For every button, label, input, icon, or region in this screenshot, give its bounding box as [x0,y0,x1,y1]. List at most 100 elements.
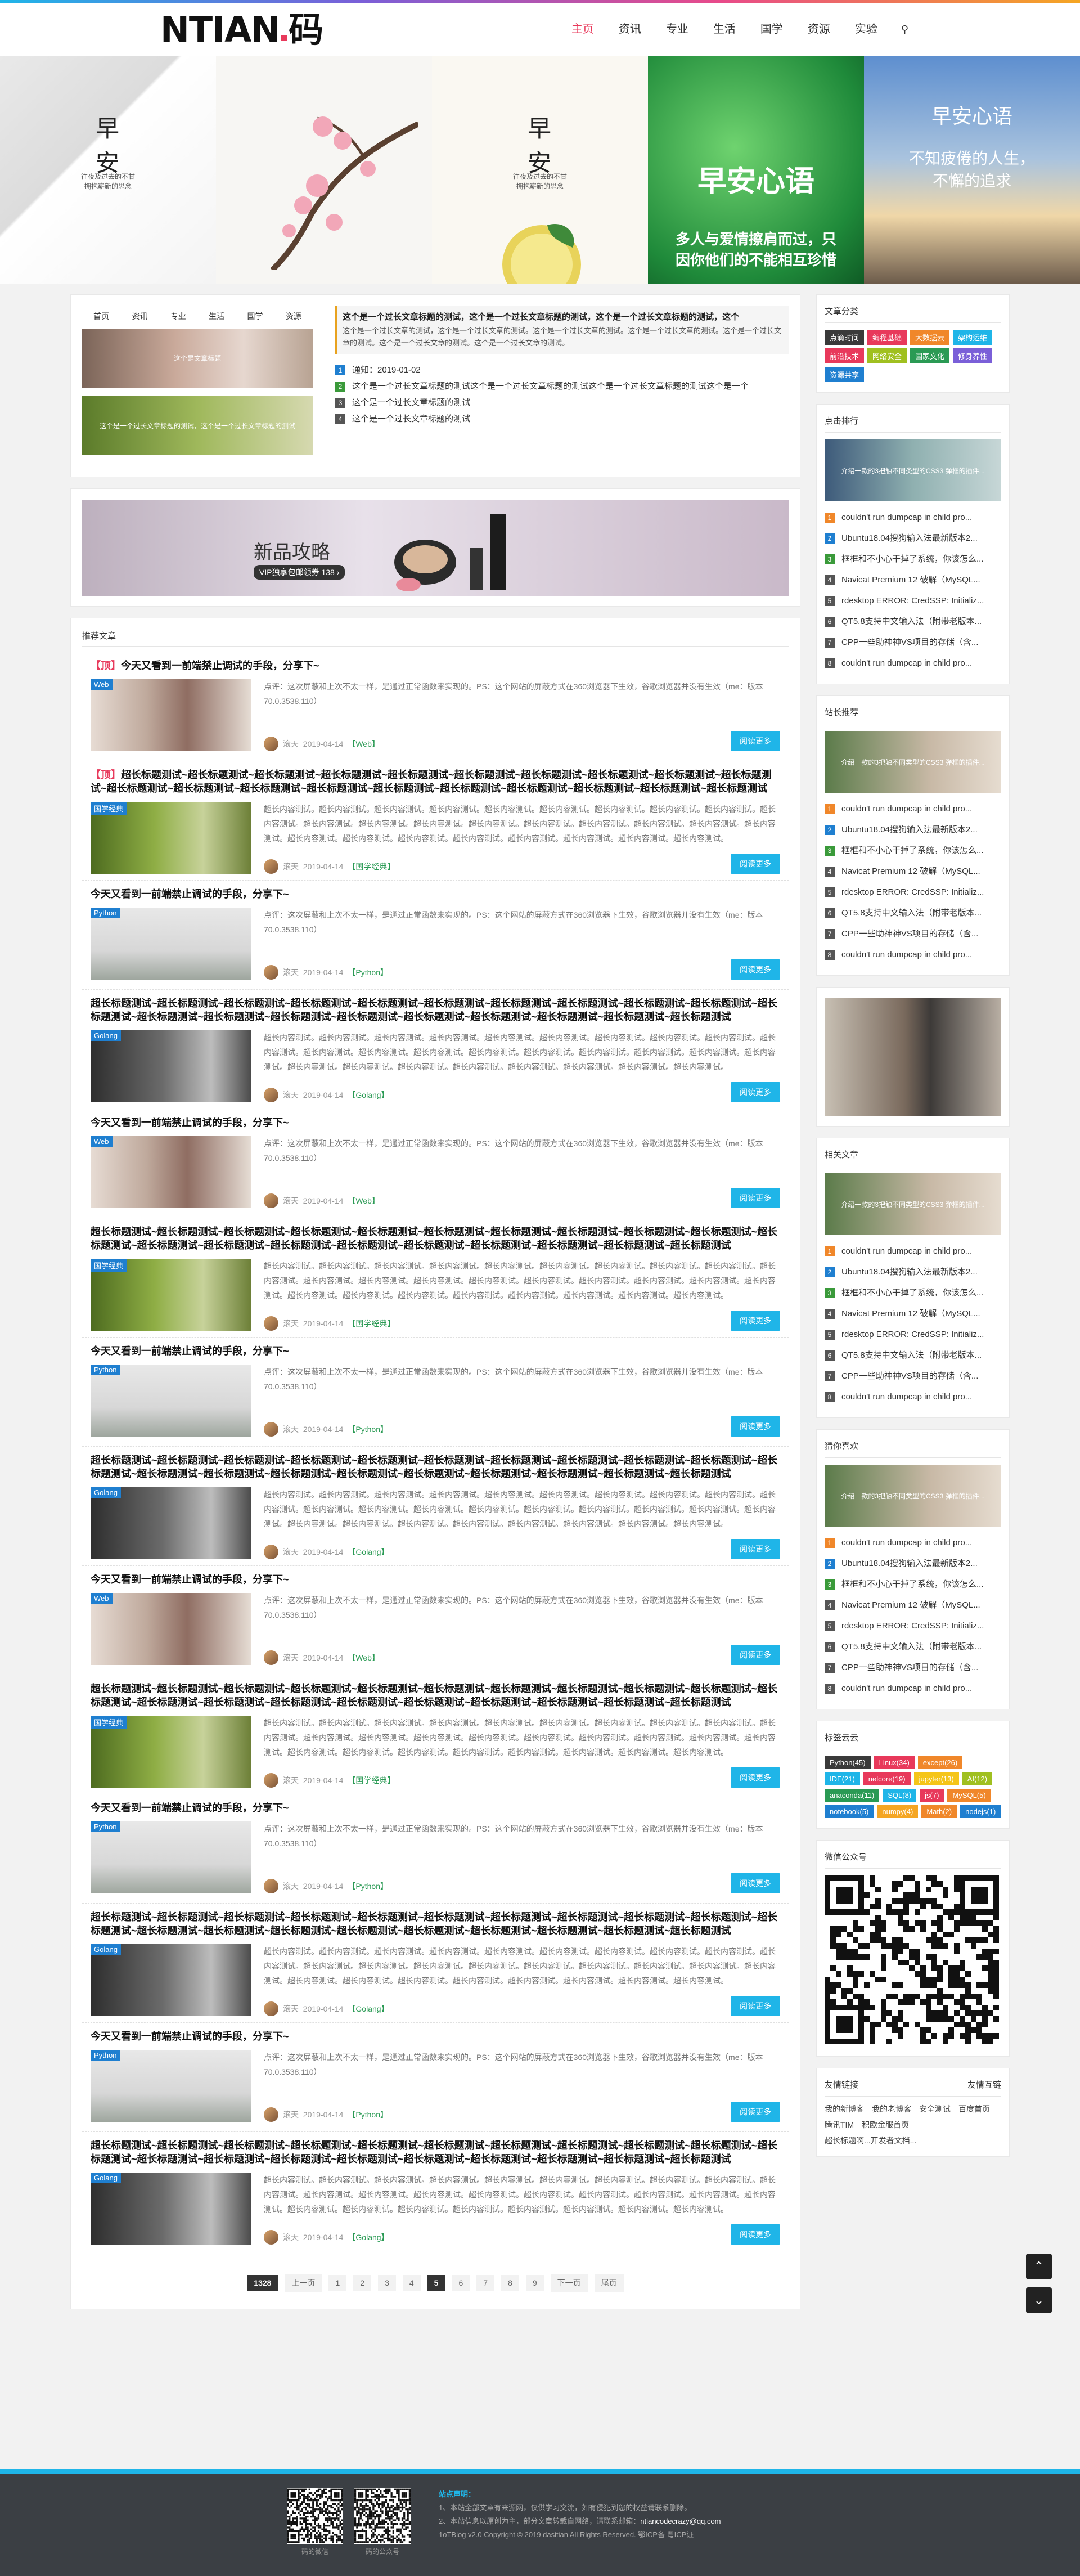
list-item[interactable]: 3 框框和不小心干掉了系统，你该怎么... [825,1282,1001,1303]
page-number[interactable]: 3 [378,2275,396,2291]
scroll-bottom-button[interactable]: ⌄ [1026,2287,1052,2313]
featured-image[interactable]: 这个是一个过长文章标题的测试，这个是一个过长文章标题的测试 [82,396,313,455]
list-item[interactable]: 4 Navicat Premium 12 破解（MySQL... [825,1303,1001,1324]
list-item[interactable]: 1 通知：2019-01-02 [335,362,789,378]
friend-link[interactable]: 超长标题啊...开发者文档... [825,2135,916,2146]
article-thumbnail[interactable]: Golang [91,1944,251,2016]
page-number[interactable]: 2 [353,2275,372,2291]
article-author[interactable]: 滚天 [283,738,299,750]
article-category[interactable]: 【Python】 [348,1881,388,1892]
list-item[interactable]: 7 CPP一些助神神VS项目的存储（含... [825,1366,1001,1386]
article-category[interactable]: 【Golang】 [348,1546,389,1558]
page-current[interactable]: 5 [427,2275,446,2291]
article-title[interactable]: 超长标题测试~超长标题测试~超长标题测试~超长标题测试~超长标题测试~超长标题测… [91,1682,780,1709]
search-icon[interactable]: ⚲ [890,3,920,56]
article-author[interactable]: 滚天 [283,2109,299,2120]
nav-pro[interactable]: 专业 [654,3,701,56]
category-tag[interactable]: 点滴时间 [825,330,865,345]
article-category[interactable]: 【Golang】 [348,1089,389,1101]
photographer-image[interactable] [825,998,1001,1116]
list-item[interactable]: 2 这个是一个过长文章标题的测试这个是一个过长文章标题的测试这个是一个过长文章标题… [335,378,789,394]
article-thumbnail[interactable]: Python [91,1821,251,1893]
page-last[interactable]: 尾页 [594,2274,624,2292]
article-title[interactable]: 【顶】今天又看到一前端禁止调试的手段，分享下~ [91,659,780,672]
read-more-button[interactable]: 阅读更多 [731,1996,780,2016]
article-category[interactable]: 【Web】 [348,738,380,750]
cloud-tag[interactable]: anaconda(11) [825,1789,880,1802]
page-number[interactable]: 4 [402,2275,421,2291]
cloud-tag[interactable]: nelcore(19) [863,1772,911,1785]
list-item[interactable]: 1 couldn't run dumpcap in child pro... [825,1532,1001,1553]
article-thumbnail[interactable]: Web [91,1136,251,1208]
list-item[interactable]: 5 rdesktop ERROR: CredSSP: Initializ... [825,1324,1001,1345]
cloud-tag[interactable]: js(7) [920,1789,944,1802]
list-item[interactable]: 1 couldn't run dumpcap in child pro... [825,507,1001,528]
list-item[interactable]: 4 Navicat Premium 12 破解（MySQL... [825,861,1001,882]
article-author[interactable]: 滚天 [283,1424,299,1435]
article-title[interactable]: 今天又看到一前端禁止调试的手段，分享下~ [91,887,780,901]
cloud-tag[interactable]: SQL(8) [883,1789,917,1802]
read-more-button[interactable]: 阅读更多 [731,1416,780,1437]
featured-tab[interactable]: 生活 [197,311,236,322]
read-more-button[interactable]: 阅读更多 [731,1188,780,1208]
ad-banner[interactable]: 新品攻略 VIP独享包邮领券 138 › [70,488,800,607]
list-item[interactable]: 6 QT5.8支持中文输入法（附带老版本... [825,611,1001,632]
banner-slide[interactable]: 早安心语 不知疲倦的人生， 不懈的追求 [864,56,1080,284]
category-tag[interactable]: 架构运维 [953,330,993,345]
read-more-button[interactable]: 阅读更多 [731,1767,780,1788]
list-item[interactable]: 6 QT5.8支持中文输入法（附带老版本... [825,903,1001,923]
article-author[interactable]: 滚天 [283,1318,299,1329]
article-thumbnail[interactable]: Web [91,1593,251,1665]
list-item[interactable]: 8 couldn't run dumpcap in child pro... [825,1678,1001,1699]
featured-tab[interactable]: 专业 [159,311,197,322]
footer-email[interactable]: ntiancodecrazy@qq.com [640,2517,721,2525]
banner-slide[interactable] [216,56,432,284]
scroll-top-button[interactable]: ⌃ [1026,2254,1052,2279]
nav-guoxue[interactable]: 国学 [748,3,795,56]
article-author[interactable]: 滚天 [283,2232,299,2243]
list-item[interactable]: 7 CPP一些助神神VS项目的存储（含... [825,1657,1001,1678]
cloud-tag[interactable]: AI(12) [962,1772,993,1785]
article-thumbnail[interactable]: Python [91,1365,251,1437]
article-title[interactable]: 超长标题测试~超长标题测试~超长标题测试~超长标题测试~超长标题测试~超长标题测… [91,2139,780,2166]
article-thumbnail[interactable]: 国学经典 [91,802,251,874]
featured-headline[interactable]: 这个是一个过长文章标题的测试，这个是一个过长文章标题的测试，这个是一个过长文章标… [335,306,789,354]
list-item[interactable]: 8 couldn't run dumpcap in child pro... [825,653,1001,674]
article-category[interactable]: 【Python】 [348,967,388,978]
banner-carousel[interactable]: 早 安 往夜及过去的不甘 拥抱崭新的思念 早 安 往夜及过去的不甘 拥抱崭新的思… [0,56,1080,284]
article-title[interactable]: 超长标题测试~超长标题测试~超长标题测试~超长标题测试~超长标题测试~超长标题测… [91,1910,780,1937]
cloud-tag[interactable]: IDE(21) [825,1772,860,1785]
read-more-button[interactable]: 阅读更多 [731,1311,780,1331]
article-category[interactable]: 【Python】 [348,1424,388,1435]
article-thumbnail[interactable]: Web [91,679,251,751]
read-more-button[interactable]: 阅读更多 [731,854,780,874]
article-title[interactable]: 今天又看到一前端禁止调试的手段，分享下~ [91,1116,780,1129]
article-author[interactable]: 滚天 [283,1089,299,1101]
nav-life[interactable]: 生活 [701,3,748,56]
article-title[interactable]: 今天又看到一前端禁止调试的手段，分享下~ [91,1344,780,1358]
list-item[interactable]: 4 这个是一个过长文章标题的测试 [335,411,789,427]
page-number[interactable]: 6 [452,2275,470,2291]
banner-slide[interactable]: 早 安 往夜及过去的不甘 拥抱崭新的思念 [0,56,216,284]
site-logo[interactable]: NTIAN 码 [160,12,323,47]
category-tag[interactable]: 国家文化 [910,348,950,363]
list-item[interactable]: 1 couldn't run dumpcap in child pro... [825,798,1001,819]
list-item[interactable]: 3 框框和不小心干掉了系统，你该怎么... [825,549,1001,569]
cloud-tag[interactable]: Python(45) [825,1756,871,1769]
article-title[interactable]: 超长标题测试~超长标题测试~超长标题测试~超长标题测试~超长标题测试~超长标题测… [91,1225,780,1252]
featured-image[interactable]: 这个是文章标题 [82,329,313,388]
article-title[interactable]: 【顶】超长标题测试~超长标题测试~超长标题测试~超长标题测试~超长标题测试~超长… [91,768,780,795]
widget-image[interactable]: 介绍一款的3把触不同类型的CSS3 弹框的插件... [825,1465,1001,1527]
article-author[interactable]: 滚天 [283,967,299,978]
cloud-tag[interactable]: MySQL(5) [947,1789,991,1802]
friend-link[interactable]: 腾讯TIM [825,2119,854,2130]
read-more-button[interactable]: 阅读更多 [731,1539,780,1559]
widget-image[interactable]: 介绍一款的3把触不同类型的CSS3 弹框的插件... [825,439,1001,501]
article-thumbnail[interactable]: Python [91,908,251,980]
list-item[interactable]: 7 CPP一些助神神VS项目的存储（含... [825,923,1001,944]
category-tag[interactable]: 资源共享 [825,367,865,382]
article-title[interactable]: 超长标题测试~超长标题测试~超长标题测试~超长标题测试~超长标题测试~超长标题测… [91,997,780,1024]
category-tag[interactable]: 网络安全 [867,348,907,363]
article-category[interactable]: 【国学经典】 [348,861,395,872]
page-prev[interactable]: 上一页 [285,2274,322,2292]
